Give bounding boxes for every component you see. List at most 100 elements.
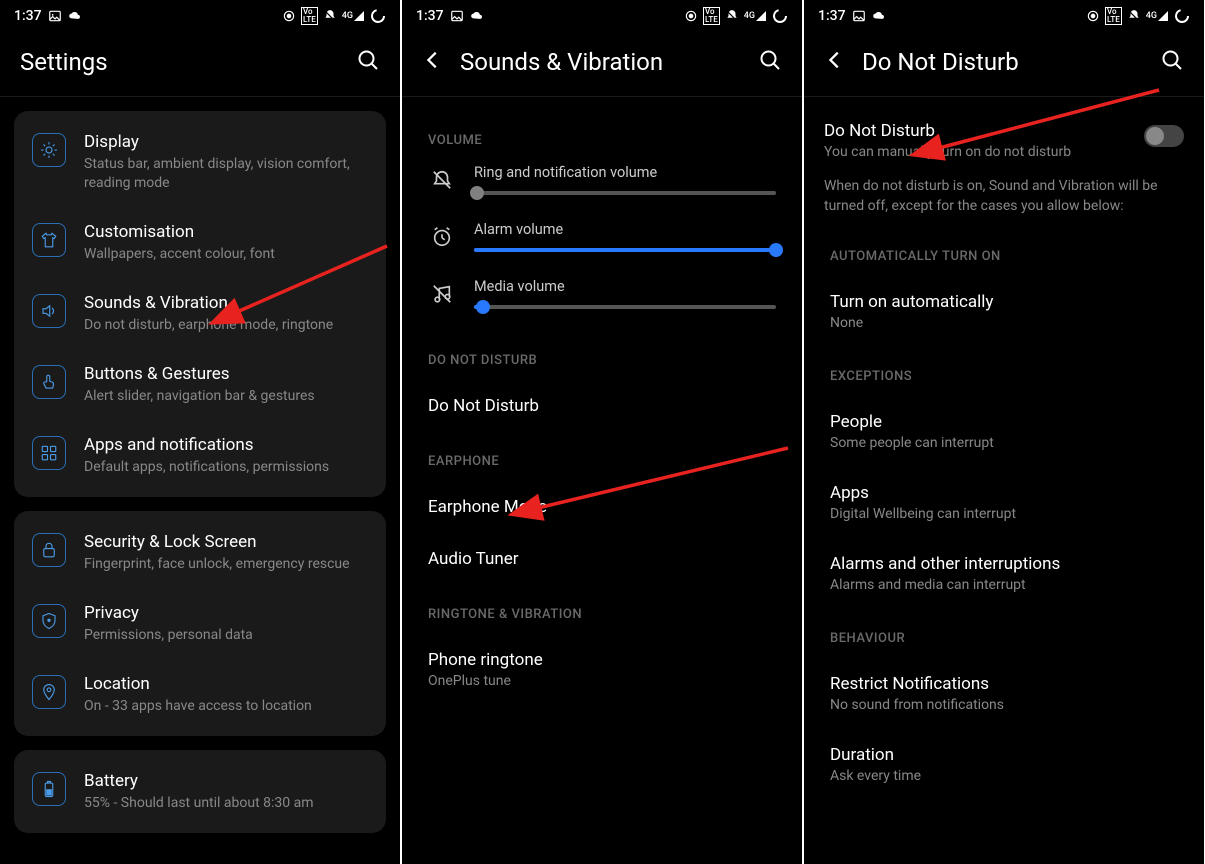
item-sub: Default apps, notifications, permissions bbox=[84, 458, 368, 477]
people-item[interactable]: People Some people can interrupt bbox=[824, 396, 1184, 467]
item-sub: Fingerprint, face unlock, emergency resc… bbox=[84, 555, 368, 574]
apps-item[interactable]: Apps Digital Wellbeing can interrupt bbox=[824, 467, 1184, 538]
item-sub: Do not disturb, earphone mode, ringtone bbox=[84, 316, 368, 335]
restrict-item[interactable]: Restrict Notifications No sound from noti… bbox=[824, 658, 1184, 729]
app-bar: Sounds & Vibration bbox=[402, 32, 802, 96]
item-sub: On - 33 apps have access to location bbox=[84, 697, 368, 716]
section-header-exceptions: EXCEPTIONS bbox=[824, 347, 1184, 396]
item-title: Privacy bbox=[84, 602, 368, 624]
section-header-volume: VOLUME bbox=[422, 111, 782, 160]
settings-item-battery[interactable]: Battery55% - Should last until about 8:3… bbox=[14, 756, 386, 827]
item-title: Security & Lock Screen bbox=[84, 531, 368, 553]
item-title: Earphone Mode bbox=[428, 497, 776, 517]
screen-sounds: 1:37 VoLTE 4G Sounds & Vibration VOLUME … bbox=[402, 0, 802, 864]
section-header-auto: AUTOMATICALLY TURN ON bbox=[824, 227, 1184, 276]
page-title: Do Not Disturb bbox=[862, 48, 1144, 76]
gestures-icon bbox=[32, 365, 66, 399]
status-bar: 1:37 VoLTE 4G bbox=[804, 0, 1204, 32]
item-title: Apps and notifications bbox=[84, 434, 368, 456]
signal-icon: 4G bbox=[342, 10, 365, 22]
cast-icon bbox=[1086, 9, 1100, 23]
dnd-item[interactable]: Do Not Disturb bbox=[422, 380, 782, 432]
settings-item-display[interactable]: DisplayStatus bar, ambient display, visi… bbox=[14, 117, 386, 207]
item-title: Phone ringtone bbox=[428, 650, 776, 670]
item-sub: Alarms and media can interrupt bbox=[830, 577, 1178, 593]
item-sub: No sound from notifications bbox=[830, 697, 1178, 713]
ringtone-item[interactable]: Phone ringtone OnePlus tune bbox=[422, 634, 782, 705]
settings-list: DisplayStatus bar, ambient display, visi… bbox=[0, 97, 400, 864]
volume-icon bbox=[32, 294, 66, 328]
status-time: 1:37 bbox=[14, 8, 42, 24]
item-sub: Status bar, ambient display, vision comf… bbox=[84, 155, 368, 193]
item-title: Apps bbox=[830, 483, 1178, 503]
dnd-main-sub: You can manually turn on do not disturb bbox=[824, 144, 1132, 160]
volume-alarm: Alarm volume bbox=[422, 217, 782, 274]
settings-item-security[interactable]: Security & Lock Screen Fingerprint, face … bbox=[14, 517, 386, 588]
bell-off-icon bbox=[428, 169, 456, 191]
dnd-toggle[interactable] bbox=[1144, 125, 1184, 147]
signal-icon: 4G bbox=[1146, 10, 1169, 22]
battery-spinner-icon bbox=[772, 8, 788, 24]
slider-label: Ring and notification volume bbox=[474, 164, 776, 181]
settings-item-buttons[interactable]: Buttons & GesturesAlert slider, navigati… bbox=[14, 349, 386, 420]
image-icon bbox=[852, 9, 866, 23]
search-button[interactable] bbox=[356, 48, 380, 76]
status-bar: 1:37 VoLTE 4G bbox=[0, 0, 400, 32]
item-sub: Ask every time bbox=[830, 768, 1178, 784]
settings-card: Battery55% - Should last until about 8:3… bbox=[14, 750, 386, 833]
settings-card: DisplayStatus bar, ambient display, visi… bbox=[14, 111, 386, 497]
volte-icon: VoLTE bbox=[301, 7, 318, 25]
screen-dnd: 1:37 VoLTE 4G Do Not Disturb Do Not Dist… bbox=[804, 0, 1204, 864]
section-header-dnd: DO NOT DISTURB bbox=[422, 331, 782, 380]
volume-media: Media volume bbox=[422, 274, 782, 331]
signal-icon: 4G bbox=[744, 10, 767, 22]
search-button[interactable] bbox=[758, 48, 782, 76]
item-sub: Some people can interrupt bbox=[830, 435, 1178, 451]
settings-item-location[interactable]: Location On - 33 apps have access to loca… bbox=[14, 659, 386, 730]
back-button[interactable] bbox=[422, 49, 444, 75]
item-title: Turn on automatically bbox=[830, 292, 1178, 312]
media-slider[interactable] bbox=[474, 305, 776, 309]
alarms-item[interactable]: Alarms and other interruptions Alarms and… bbox=[824, 538, 1184, 609]
cloud-icon bbox=[470, 9, 484, 23]
item-title: Restrict Notifications bbox=[830, 674, 1178, 694]
item-sub: Permissions, personal data bbox=[84, 626, 368, 645]
duration-item[interactable]: DurationAsk every time bbox=[824, 729, 1184, 800]
settings-item-privacy[interactable]: Privacy Permissions, personal data bbox=[14, 588, 386, 659]
item-sub: Digital Wellbeing can interrupt bbox=[830, 506, 1178, 522]
cast-icon bbox=[282, 9, 296, 23]
alarm-slider[interactable] bbox=[474, 248, 776, 252]
item-title: Audio Tuner bbox=[428, 549, 776, 569]
audio-tuner-item[interactable]: Audio Tuner bbox=[422, 533, 782, 585]
item-title: Location bbox=[84, 673, 368, 695]
status-time: 1:37 bbox=[818, 8, 846, 24]
battery-icon bbox=[32, 772, 66, 806]
lock-icon bbox=[32, 533, 66, 567]
ring-slider[interactable] bbox=[474, 191, 776, 195]
back-button[interactable] bbox=[824, 49, 846, 75]
status-bar: 1:37 VoLTE 4G bbox=[402, 0, 802, 32]
settings-item-apps[interactable]: Apps and notifications Default apps, noti… bbox=[14, 420, 386, 491]
item-sub: OnePlus tune bbox=[428, 673, 776, 689]
slider-label: Alarm volume bbox=[474, 221, 776, 238]
settings-card: Security & Lock Screen Fingerprint, face … bbox=[14, 511, 386, 736]
section-header-ringtone: RINGTONE & VIBRATION bbox=[422, 585, 782, 634]
auto-turn-on-item[interactable]: Turn on automaticallyNone bbox=[824, 276, 1184, 347]
cast-icon bbox=[684, 9, 698, 23]
search-button[interactable] bbox=[1160, 48, 1184, 76]
mute-icon bbox=[1127, 9, 1141, 23]
slider-label: Media volume bbox=[474, 278, 776, 295]
item-title: Display bbox=[84, 131, 368, 153]
item-title: Alarms and other interruptions bbox=[830, 554, 1178, 574]
earphone-item[interactable]: Earphone Mode bbox=[422, 481, 782, 533]
item-title: People bbox=[830, 412, 1178, 432]
item-title: Do Not Disturb bbox=[428, 396, 776, 416]
page-title: Sounds & Vibration bbox=[460, 48, 742, 76]
settings-item-customisation[interactable]: CustomisationWallpapers, accent colour, … bbox=[14, 207, 386, 278]
volume-ring: Ring and notification volume bbox=[422, 160, 782, 217]
settings-item-sounds[interactable]: Sounds & VibrationDo not disturb, earpho… bbox=[14, 278, 386, 349]
cloud-icon bbox=[872, 9, 886, 23]
pin-icon bbox=[32, 675, 66, 709]
apps-icon bbox=[32, 436, 66, 470]
section-header-earphone: EARPHONE bbox=[422, 432, 782, 481]
